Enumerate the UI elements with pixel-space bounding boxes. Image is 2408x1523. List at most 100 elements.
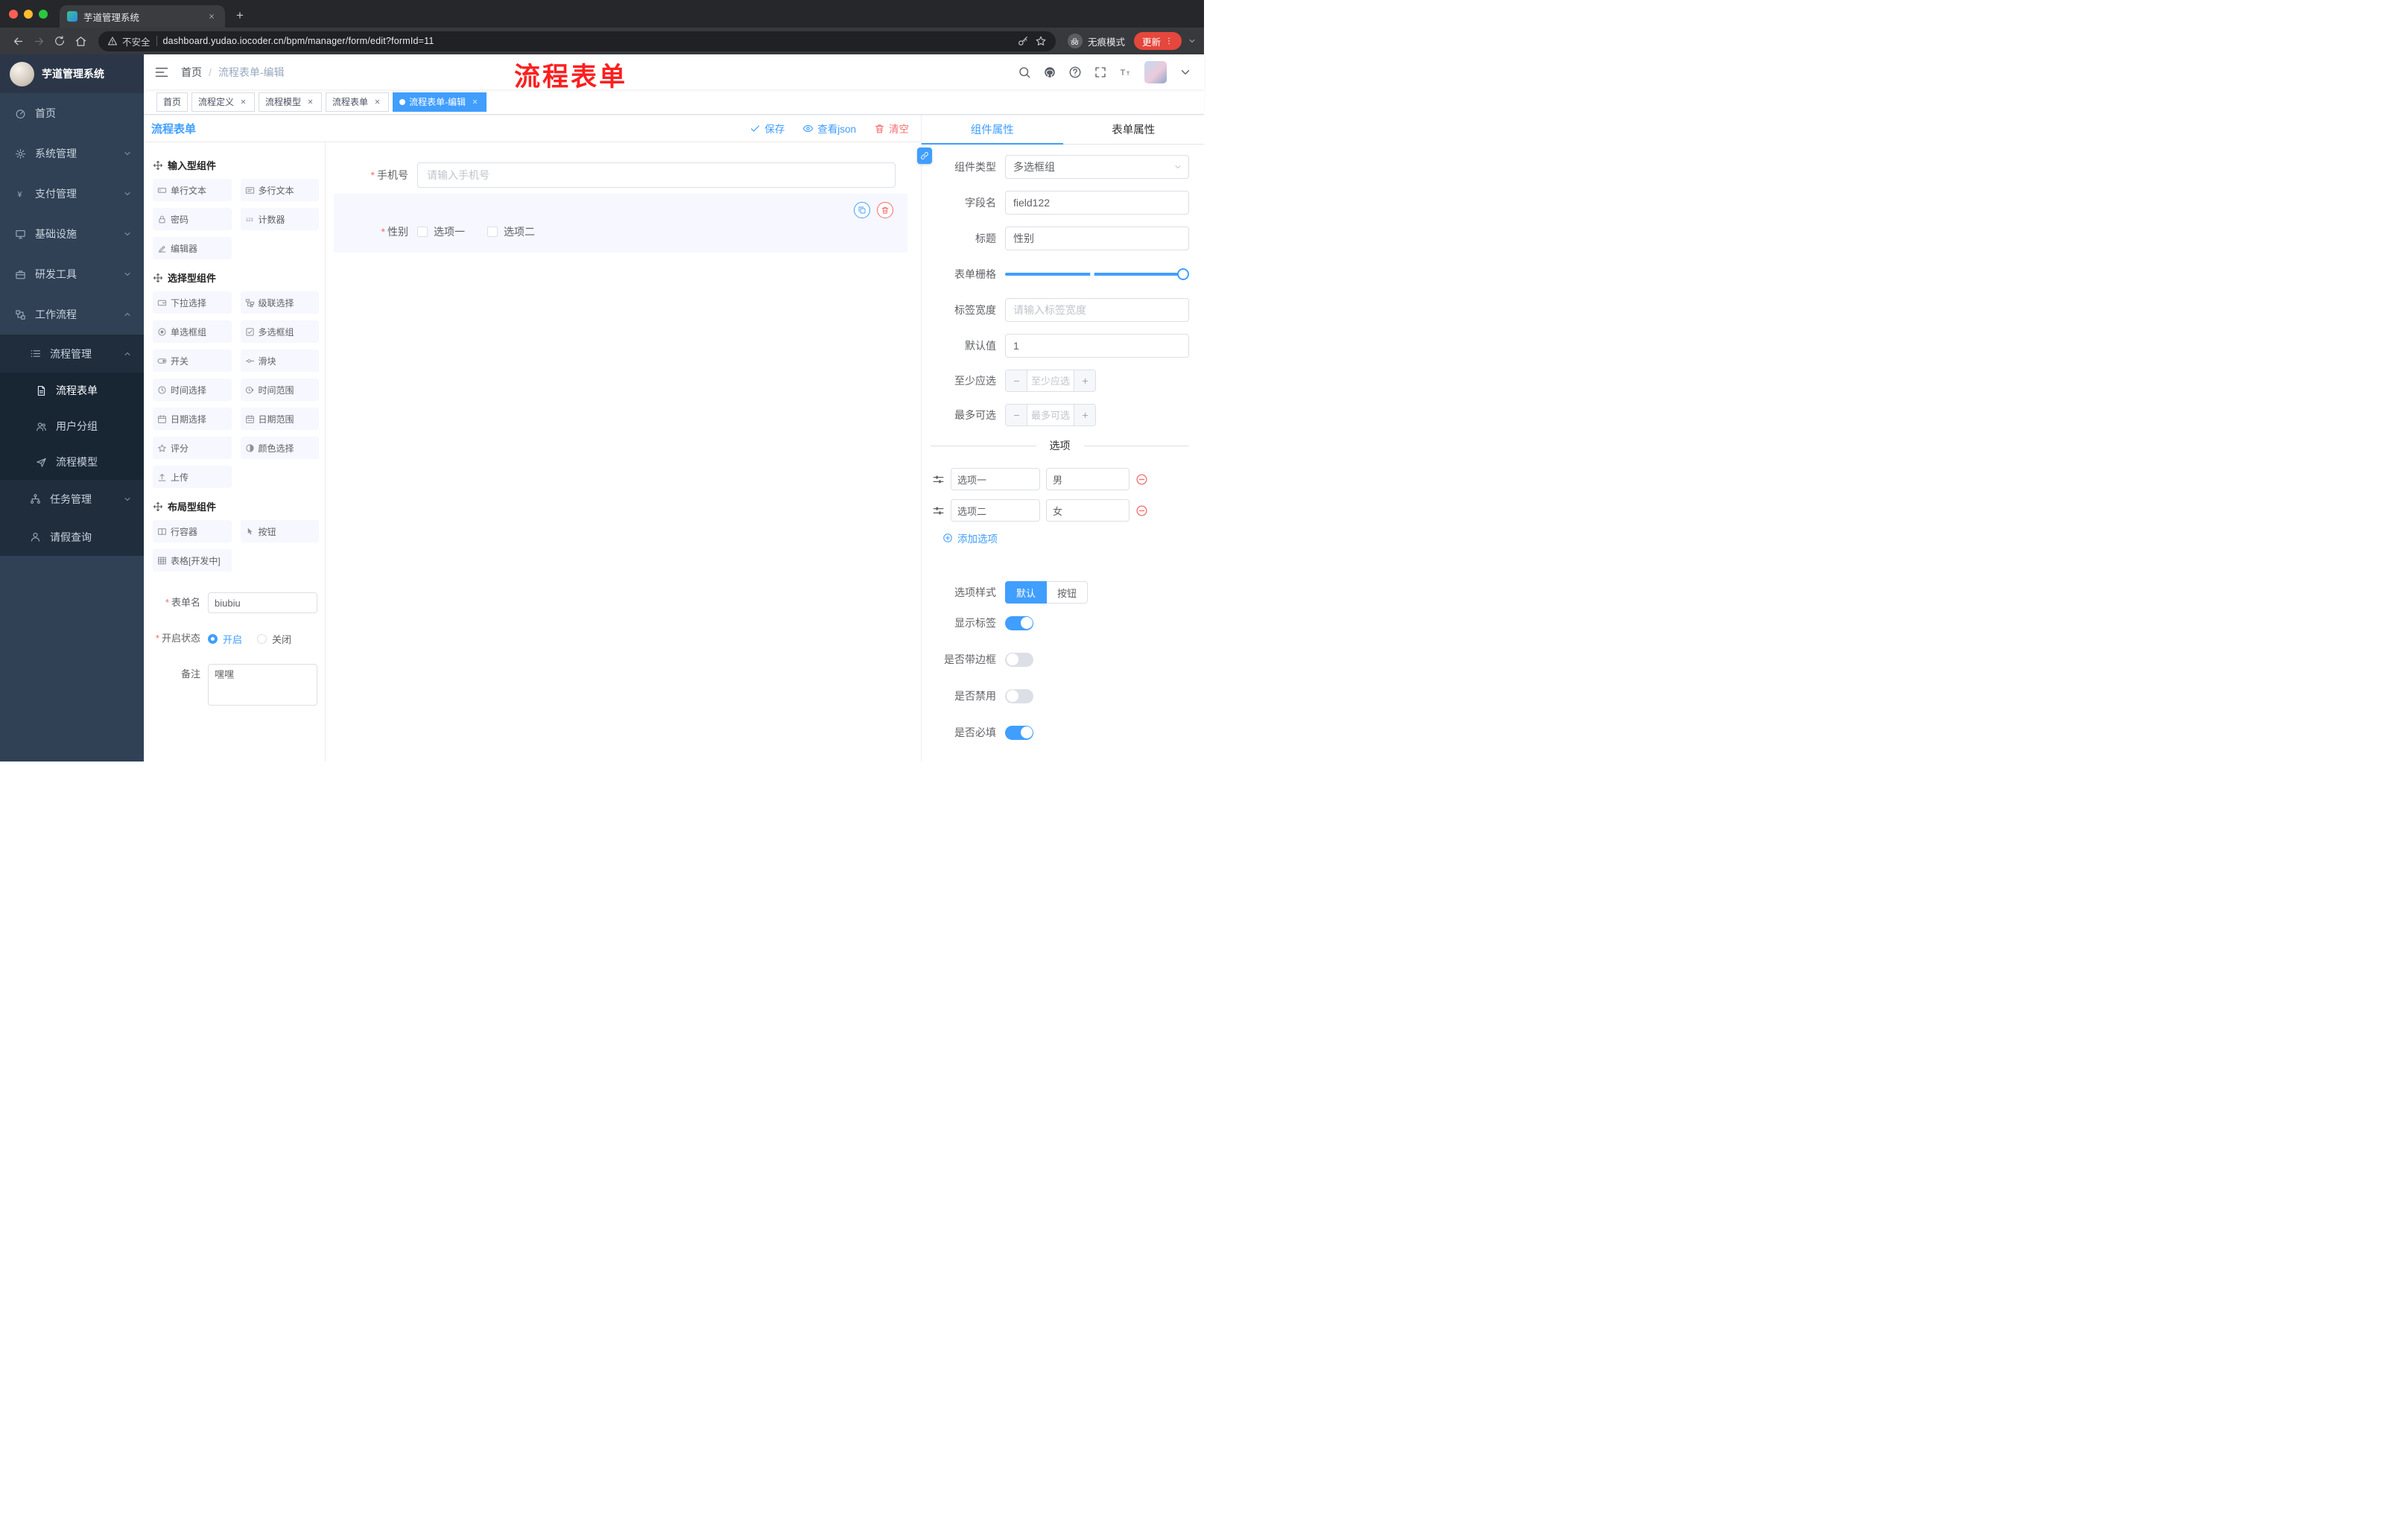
link-badge[interactable] (917, 148, 932, 164)
palette-item-time[interactable]: 时间选择 (153, 379, 232, 401)
password-key-icon[interactable] (1017, 35, 1029, 47)
hamburger-icon[interactable] (154, 65, 169, 80)
field-name-input[interactable] (1005, 191, 1189, 215)
palette-item-slider[interactable]: 滑块 (240, 349, 319, 372)
grid-slider[interactable] (1005, 262, 1189, 286)
palette-item-radio-group[interactable]: 单选框组 (153, 320, 232, 343)
status-radio-off[interactable]: 关闭 (257, 632, 291, 646)
palette-item-select[interactable]: 下拉选择 (153, 291, 232, 314)
style-default-button[interactable]: 默认 (1005, 581, 1048, 604)
remove-option-icon[interactable] (1135, 504, 1148, 517)
security-chip[interactable]: 不安全 (107, 34, 150, 48)
default-value-input[interactable] (1005, 334, 1189, 358)
style-button-button[interactable]: 按钮 (1047, 581, 1089, 604)
forward-button[interactable] (28, 31, 49, 51)
show-label-switch[interactable] (1005, 615, 1033, 630)
title-input[interactable] (1005, 227, 1189, 250)
help-icon[interactable] (1068, 66, 1082, 79)
reload-button[interactable] (49, 31, 70, 51)
fullscreen-icon[interactable] (1094, 66, 1107, 79)
form-name-input[interactable] (208, 592, 317, 613)
palette-item-table[interactable]: 表格[开发中] (153, 549, 232, 571)
option1-value-input[interactable] (1046, 468, 1129, 490)
gender-option-2[interactable]: 选项二 (487, 224, 535, 239)
increase-button[interactable] (1074, 405, 1095, 425)
palette-item-color[interactable]: 颜色选择 (240, 437, 319, 459)
sidebar-item-process-mgmt[interactable]: 流程管理 (0, 335, 144, 373)
increase-button[interactable] (1074, 370, 1095, 391)
sidebar-item-leave-query[interactable]: 请假查询 (0, 518, 144, 556)
slider-handle[interactable] (1177, 268, 1189, 280)
palette-item-cascader[interactable]: 级联选择 (240, 291, 319, 314)
breadcrumb-home[interactable]: 首页 (181, 65, 202, 80)
tab-close-icon[interactable] (206, 10, 218, 22)
palette-item-rate[interactable]: 评分 (153, 437, 232, 459)
toolbar-chevron-icon[interactable] (1188, 37, 1197, 45)
palette-item-password[interactable]: 密码 (153, 208, 232, 230)
sidebar-item-infra[interactable]: 基础设施 (0, 214, 144, 254)
bookmark-star-icon[interactable] (1035, 35, 1047, 47)
sidebar-item-process-form[interactable]: 流程表单 (0, 373, 144, 408)
required-switch[interactable] (1005, 725, 1033, 740)
sidebar-item-home[interactable]: 首页 (0, 93, 144, 133)
tag-process-form[interactable]: 流程表单 (326, 92, 390, 112)
view-json-button[interactable]: 查看json (802, 121, 856, 136)
palette-item-date[interactable]: 日期选择 (153, 408, 232, 430)
palette-item-time-range[interactable]: 时间范围 (240, 379, 319, 401)
option-drag-icon[interactable] (932, 473, 945, 486)
option2-label-input[interactable] (951, 499, 1040, 522)
sidebar-item-payment[interactable]: 支付管理 (0, 174, 144, 214)
tag-close-icon[interactable] (238, 97, 248, 107)
form-remark-textarea[interactable]: 嘿嘿 (208, 664, 317, 706)
tab-form-props[interactable]: 表单属性 (1063, 115, 1205, 144)
palette-item-checkbox-group[interactable]: 多选框组 (240, 320, 319, 343)
palette-item-row[interactable]: 行容器 (153, 520, 232, 542)
border-switch[interactable] (1005, 652, 1033, 667)
palette-item-editor[interactable]: 编辑器 (153, 237, 232, 259)
palette-item-single-text[interactable]: 单行文本 (153, 179, 232, 201)
new-tab-button[interactable]: + (229, 5, 250, 26)
max-select-input[interactable] (1027, 405, 1074, 425)
tag-process-form-edit[interactable]: 流程表单-编辑 (393, 92, 487, 112)
disabled-switch[interactable] (1005, 688, 1033, 703)
font-size-icon[interactable] (1119, 66, 1132, 79)
gender-option-1[interactable]: 选项一 (417, 224, 465, 239)
palette-item-switch[interactable]: 开关 (153, 349, 232, 372)
address-bar[interactable]: 不安全 dashboard.yudao.iocoder.cn/bpm/manag… (98, 31, 1056, 51)
tag-close-icon[interactable] (305, 97, 315, 107)
palette-item-counter[interactable]: 计数器 (240, 208, 319, 230)
sidebar-item-user-group[interactable]: 用户分组 (0, 408, 144, 444)
tag-close-icon[interactable] (469, 97, 480, 107)
avatar-caret-icon[interactable] (1179, 66, 1192, 79)
canvas-field-gender[interactable]: 性别 选项一 选项二 (334, 194, 907, 253)
clear-button[interactable]: 清空 (874, 121, 909, 136)
window-zoom-button[interactable] (39, 9, 48, 19)
github-icon[interactable] (1043, 66, 1056, 79)
search-icon[interactable] (1018, 66, 1031, 79)
update-button[interactable]: 更新 (1133, 32, 1182, 50)
tab-component-props[interactable]: 组件属性 (922, 115, 1063, 145)
remove-option-icon[interactable] (1135, 473, 1148, 486)
sidebar-logo[interactable]: 芋道管理系统 (0, 54, 144, 93)
window-close-button[interactable] (9, 9, 18, 19)
palette-item-upload[interactable]: 上传 (153, 466, 232, 488)
min-select-input[interactable] (1027, 370, 1074, 391)
sidebar-item-task-mgmt[interactable]: 任务管理 (0, 480, 144, 518)
sidebar-item-workflow[interactable]: 工作流程 (0, 294, 144, 335)
option2-value-input[interactable] (1046, 499, 1129, 522)
form-canvas[interactable]: 手机号 性别 选项一 选项 (326, 142, 921, 762)
canvas-field-phone[interactable]: 手机号 (334, 162, 907, 188)
phone-input[interactable] (417, 162, 896, 188)
copy-field-button[interactable] (854, 202, 870, 218)
label-width-input[interactable] (1005, 298, 1189, 322)
tag-home[interactable]: 首页 (156, 92, 188, 112)
window-minimize-button[interactable] (24, 9, 33, 19)
sidebar-item-system[interactable]: 系统管理 (0, 133, 144, 174)
option-drag-icon[interactable] (932, 504, 945, 517)
browser-tab[interactable]: 芋道管理系统 (60, 5, 225, 28)
palette-item-button[interactable]: 按钮 (240, 520, 319, 542)
option1-label-input[interactable] (951, 468, 1040, 490)
palette-item-date-range[interactable]: 日期范围 (240, 408, 319, 430)
decrease-button[interactable] (1006, 370, 1027, 391)
decrease-button[interactable] (1006, 405, 1027, 425)
